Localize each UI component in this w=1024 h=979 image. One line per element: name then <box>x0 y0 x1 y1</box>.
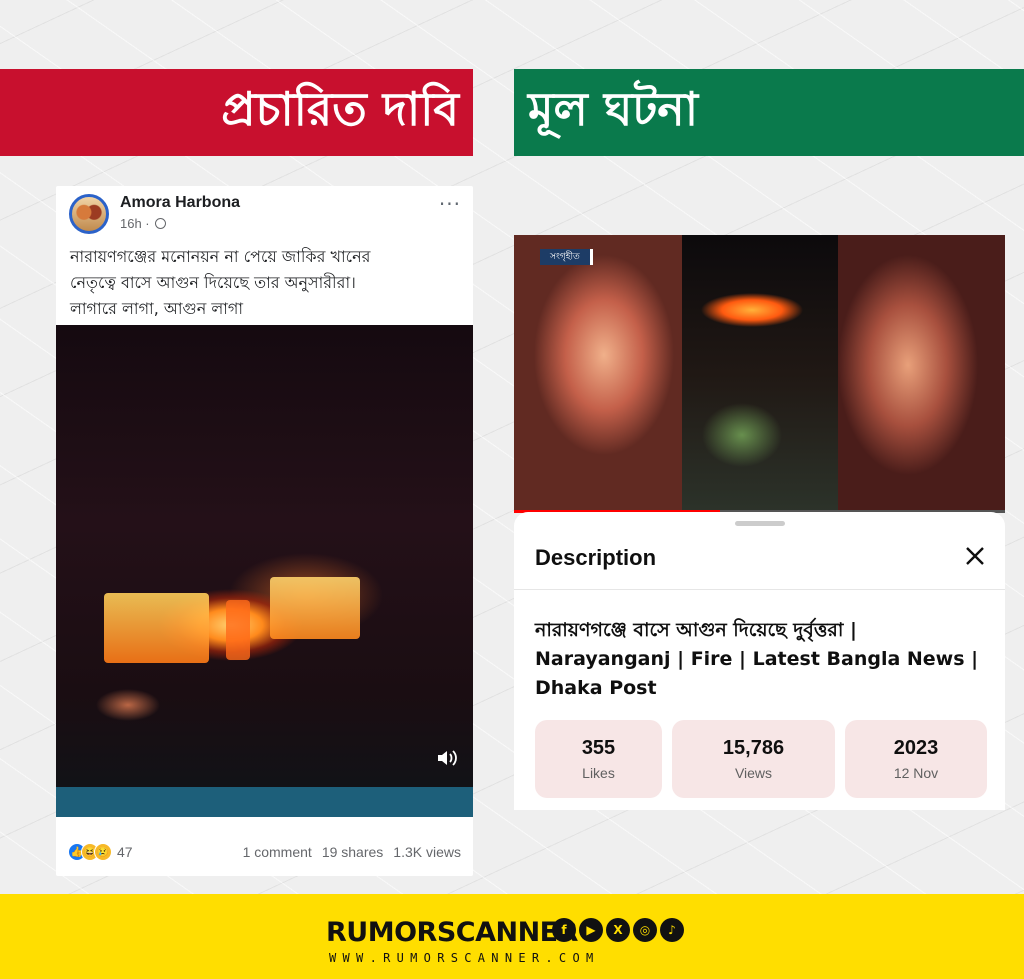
fire-glow <box>226 600 250 660</box>
stat-value: 15,786 <box>722 737 785 759</box>
close-icon[interactable] <box>963 544 987 568</box>
facebook-icon[interactable]: f <box>552 918 576 942</box>
post-author[interactable]: Amora Harbona <box>120 194 240 212</box>
video-stats: 355 Likes 15,786 Views 2023 12 Nov <box>535 720 987 798</box>
video-blur-left <box>514 235 682 513</box>
youtube-icon[interactable]: ▶ <box>579 918 603 942</box>
globe-icon <box>155 218 167 229</box>
drag-handle[interactable] <box>735 521 785 526</box>
post-footer: 👍 😆 😢 47 1 comment 19 shares 1.3K views <box>56 817 473 876</box>
video-bottom-bar <box>56 787 473 817</box>
more-options-icon[interactable]: ··· <box>439 192 461 216</box>
post-time-label: 16h · <box>120 216 150 231</box>
fire-glow <box>104 593 209 663</box>
claim-banner: প্রচারিত দাবি <box>0 69 473 156</box>
website-url[interactable]: WWW.RUMORSCANNER.COM <box>329 951 600 965</box>
facebook-post-card: Amora Harbona 16h · ··· নারায়ণগঞ্জের মন… <box>56 186 473 876</box>
stat-label: Views <box>734 765 773 781</box>
post-video[interactable] <box>56 325 473 817</box>
views-stat: 15,786 Views <box>672 720 835 798</box>
fact-banner-label: মূল ঘটনা <box>528 81 699 136</box>
description-heading: Description <box>535 545 657 570</box>
fact-banner: মূল ঘটনা <box>514 69 1024 156</box>
reactions[interactable]: 👍 😆 😢 47 <box>68 843 133 861</box>
video-center-frame <box>682 235 838 513</box>
post-header: Amora Harbona 16h · ··· <box>56 186 473 236</box>
description-panel: Description নারায়ণগঞ্জে বাসে আগুন দিয়ে… <box>514 512 1005 810</box>
sad-reaction-icon: 😢 <box>94 843 112 861</box>
divider <box>514 589 1005 590</box>
post-time[interactable]: 16h · <box>120 216 167 231</box>
comment-count[interactable]: 1 comment <box>243 844 312 860</box>
share-count[interactable]: 19 shares <box>322 844 383 860</box>
avatar[interactable] <box>69 194 109 234</box>
view-count: 1.3K views <box>393 844 461 860</box>
stat-label: 12 Nov <box>893 765 939 781</box>
stat-value: 355 <box>581 737 616 759</box>
source-badge: সংগৃহীত <box>540 249 593 265</box>
claim-banner-label: প্রচারিত দাবি <box>221 81 459 136</box>
likes-stat: 355 Likes <box>535 720 662 798</box>
tiktok-icon[interactable]: ♪ <box>660 918 684 942</box>
social-icons: f ▶ X ◎ ♪ <box>552 918 684 942</box>
instagram-icon[interactable]: ◎ <box>633 918 657 942</box>
brand-logo: RUMORSCANNER <box>326 917 578 948</box>
post-text: নারায়ণগঞ্জের মনোনয়ন না পেয়ে জাকির খান… <box>70 247 371 318</box>
original-video[interactable]: সংগৃহীত <box>514 235 1005 513</box>
stat-label: Likes <box>582 765 615 781</box>
video-title: নারায়ণগঞ্জে বাসে আগুন দিয়েছে দুর্বৃত্ত… <box>535 619 979 699</box>
post-stats: 1 comment 19 shares 1.3K views <box>243 844 461 860</box>
footer: RUMORSCANNER f ▶ X ◎ ♪ WWW.RUMORSCANNER.… <box>0 894 1024 979</box>
speaker-icon[interactable] <box>437 749 459 767</box>
reaction-count: 47 <box>117 844 133 860</box>
fire-glow <box>270 577 360 639</box>
stat-value: 2023 <box>893 737 939 759</box>
video-blur-right <box>838 235 1005 513</box>
date-stat: 2023 12 Nov <box>845 720 987 798</box>
x-icon[interactable]: X <box>606 918 630 942</box>
